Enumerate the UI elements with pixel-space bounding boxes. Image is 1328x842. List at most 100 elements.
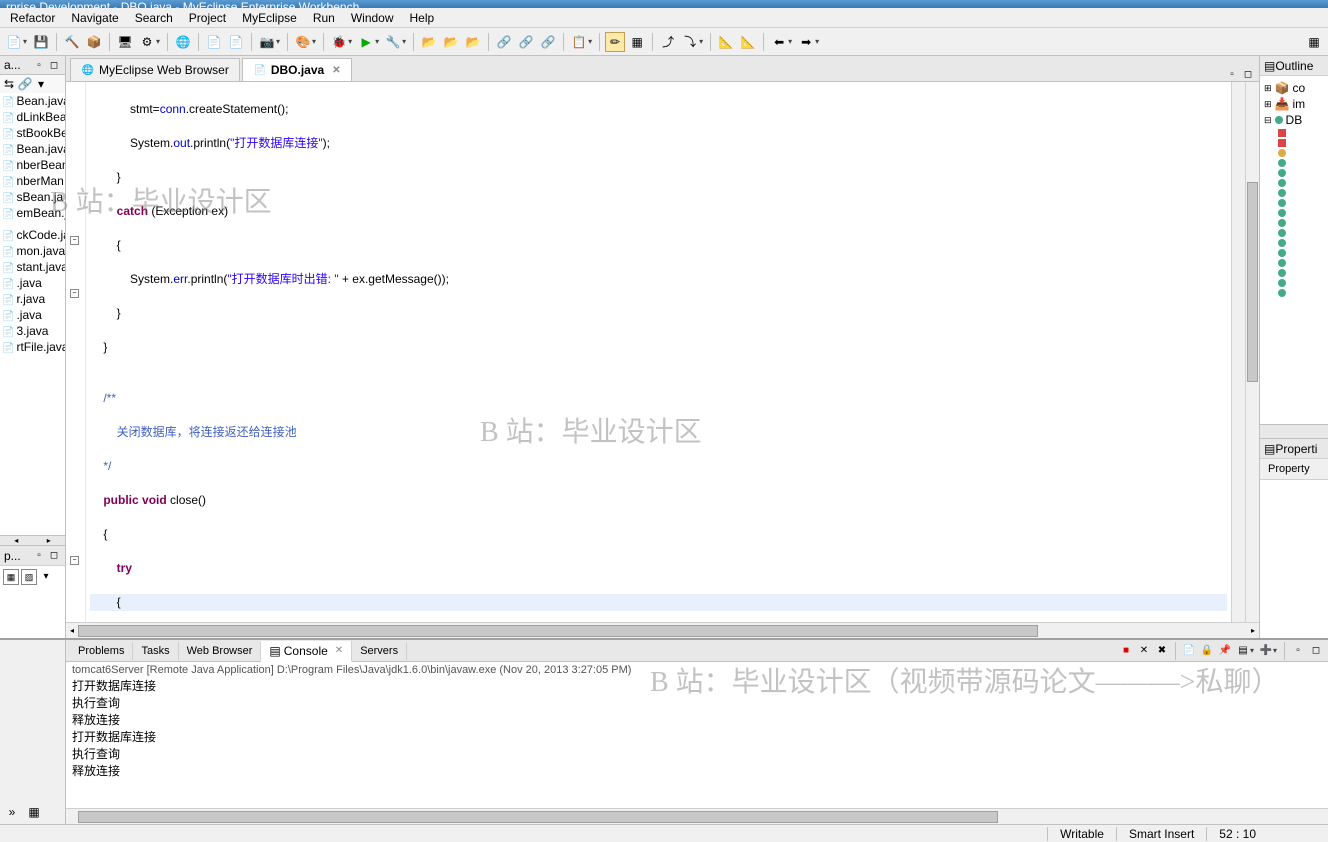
file-item[interactable]: nberMan (0, 173, 65, 189)
outline-item[interactable]: ⊞📦co (1262, 80, 1326, 96)
tab-webbrowser[interactable]: Web Browser (179, 642, 262, 660)
outline-member[interactable] (1262, 128, 1326, 138)
tab-web-browser[interactable]: 🌐 MyEclipse Web Browser (70, 58, 240, 81)
menu-help[interactable]: Help (402, 9, 443, 27)
outline-member[interactable] (1262, 248, 1326, 258)
remove-launch-icon[interactable]: ✕ (1136, 643, 1152, 659)
editor-hscroll[interactable]: ◂ ▸ (66, 622, 1259, 638)
file-item[interactable]: Bean.java (0, 93, 65, 109)
minimize-editor-icon[interactable]: ▫ (1225, 67, 1239, 81)
tb-btn-toggle2[interactable]: ▦ (627, 32, 647, 52)
menu-navigate[interactable]: Navigate (63, 9, 126, 27)
paint-button[interactable]: 🎨 (293, 32, 313, 52)
file-item[interactable]: ckCode.ja (0, 227, 65, 243)
file-item[interactable]: Bean.java (0, 141, 65, 157)
outline-menu-icon[interactable]: ▾ (39, 569, 53, 583)
file-item[interactable]: rtFile.java (0, 339, 65, 355)
tool-btn-2[interactable]: 📦 (84, 32, 104, 52)
outline-member[interactable] (1262, 258, 1326, 268)
fold-node[interactable]: − (70, 236, 79, 245)
server-button[interactable]: ⚙ (137, 32, 157, 52)
tb-btn-j2[interactable]: ⤵ (680, 32, 700, 52)
outline-member[interactable] (1262, 168, 1326, 178)
close-tab-icon[interactable]: ✕ (332, 65, 340, 76)
outline-view[interactable]: ⊞📦co ⊞📥im ⊟DB (1260, 76, 1328, 424)
minimize-console-icon[interactable]: ▫ (1290, 643, 1306, 659)
code-editor[interactable]: − − − stmt=conn.createStatement(); Syste… (66, 82, 1259, 622)
ws-chevron-icon[interactable]: » (2, 802, 22, 822)
outline-member[interactable] (1262, 288, 1326, 298)
pin-console-icon[interactable]: 📌 (1217, 643, 1233, 659)
browser-button[interactable]: 🌐 (173, 32, 193, 52)
save-button[interactable]: 💾 (31, 32, 51, 52)
maximize-console-icon[interactable]: ◻ (1308, 643, 1324, 659)
outline-hscroll[interactable] (1260, 424, 1328, 438)
tb-btn-g3[interactable]: 📂 (463, 32, 483, 52)
outline-item[interactable]: ⊟DB (1262, 112, 1326, 128)
view-menu-icon[interactable]: ▾ (34, 77, 48, 91)
minimize-view-icon[interactable]: ▫ (32, 58, 46, 72)
maximize-editor-icon[interactable]: ◻ (1241, 67, 1255, 81)
menu-window[interactable]: Window (343, 9, 402, 27)
run-ext-button[interactable]: 🔧 (383, 32, 403, 52)
outline-member[interactable] (1262, 238, 1326, 248)
file-item[interactable]: .java (0, 307, 65, 323)
new-button[interactable]: 📄 (4, 32, 24, 52)
link-editor-icon[interactable]: 🔗 (18, 77, 32, 91)
tool-btn-4[interactable]: 📄 (226, 32, 246, 52)
tab-console[interactable]: ▤ Console ✕ (261, 641, 352, 662)
scroll-lock-icon[interactable]: 🔒 (1199, 643, 1215, 659)
outline-member[interactable] (1262, 218, 1326, 228)
debug-button[interactable]: 🐞 (329, 32, 349, 52)
close-console-icon[interactable]: ✕ (335, 645, 343, 656)
camera-button[interactable]: 📷 (257, 32, 277, 52)
file-item[interactable]: .java (0, 275, 65, 291)
tab-tasks[interactable]: Tasks (133, 642, 178, 660)
file-item[interactable]: mon.java (0, 243, 65, 259)
editor-vscroll[interactable] (1245, 82, 1259, 622)
outline-member[interactable] (1262, 278, 1326, 288)
outline-panel-tab[interactable]: p... ▫ ◻ (0, 546, 65, 566)
outline-member[interactable] (1262, 148, 1326, 158)
file-item[interactable]: stant.java (0, 259, 65, 275)
forward-button[interactable]: ➡ (796, 32, 816, 52)
perspective-button[interactable]: ▦ (1304, 32, 1324, 52)
menu-run[interactable]: Run (305, 9, 343, 27)
file-item[interactable]: emBean.j (0, 205, 65, 221)
outline-filter-icon[interactable]: ▦ (3, 569, 19, 585)
tb-btn-j1[interactable]: ⤴ (658, 32, 678, 52)
outline-member[interactable] (1262, 208, 1326, 218)
tab-servers[interactable]: Servers (352, 642, 407, 660)
pkg-hscroll[interactable]: ◂▸ (0, 535, 65, 545)
menu-myeclipse[interactable]: MyEclipse (234, 9, 305, 27)
outline-member[interactable] (1262, 268, 1326, 278)
menu-search[interactable]: Search (127, 9, 181, 27)
tb-btn-i1[interactable]: 📋 (569, 32, 589, 52)
outline-item[interactable]: ⊞📥im (1262, 96, 1326, 112)
file-item[interactable]: r.java (0, 291, 65, 307)
file-item[interactable]: 3.java (0, 323, 65, 339)
file-item[interactable]: sBean.ja (0, 189, 65, 205)
ws-icon[interactable]: ▦ (24, 802, 44, 822)
tb-btn-h3[interactable]: 🔗 (538, 32, 558, 52)
tb-btn-k2[interactable]: 📐 (738, 32, 758, 52)
minimize-icon[interactable]: ▫ (32, 549, 46, 563)
maximize-view-icon[interactable]: ◻ (47, 58, 61, 72)
file-item[interactable]: nberBean (0, 157, 65, 173)
code-content[interactable]: stmt=conn.createStatement(); System.out.… (86, 82, 1231, 622)
properties-header[interactable]: ▤ Properti (1260, 439, 1328, 459)
fold-node[interactable]: − (70, 289, 79, 298)
tool-btn-1[interactable]: 🔨 (62, 32, 82, 52)
overview-ruler[interactable] (1231, 82, 1245, 622)
props-column-header[interactable]: Property (1260, 459, 1328, 480)
run-button[interactable]: ▶ (356, 32, 376, 52)
tb-btn-g2[interactable]: 📂 (441, 32, 461, 52)
tab-dbo-java[interactable]: 📄 DBO.java ✕ (242, 58, 352, 81)
tb-btn-k1[interactable]: 📐 (716, 32, 736, 52)
file-item[interactable]: dLinkBea (0, 109, 65, 125)
outline-member[interactable] (1262, 158, 1326, 168)
package-explorer-tab[interactable]: a... ▫ ◻ (0, 56, 65, 75)
tb-btn-h2[interactable]: 🔗 (516, 32, 536, 52)
tab-problems[interactable]: Problems (70, 642, 133, 660)
outline-view-header[interactable]: ▤ Outline (1260, 56, 1328, 76)
